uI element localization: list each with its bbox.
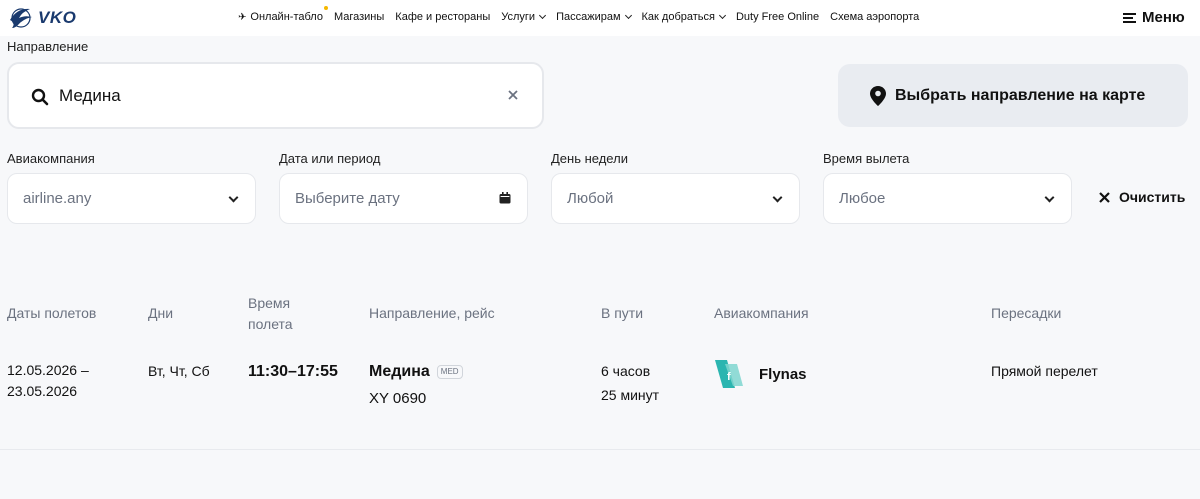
- main-nav: ✈ Онлайн-табло Магазины Кафе и рестораны…: [238, 6, 930, 23]
- col-header-time-line2: полета: [248, 316, 293, 332]
- airplane-icon: ✈: [238, 11, 247, 23]
- chevron-down-icon: [539, 11, 547, 20]
- col-header-airline: Авиакомпания: [714, 305, 809, 321]
- airline-filter-label: Авиакомпания: [7, 151, 95, 166]
- nav-label: Магазины: [333, 11, 385, 23]
- weekday-select-value: Любой: [567, 190, 614, 207]
- direction-search-input[interactable]: Медина: [7, 62, 544, 129]
- row-dates-line2: 23.05.2026: [7, 383, 78, 399]
- chevron-down-icon: [624, 11, 632, 20]
- weekday-select[interactable]: Любой: [551, 173, 800, 224]
- row-dates-line1: 12.05.2026 –: [7, 362, 89, 378]
- date-placeholder: Выберите дату: [295, 190, 400, 207]
- col-header-duration: В пути: [601, 305, 644, 321]
- col-header-transfers: Пересадки: [991, 305, 1062, 321]
- airline-select[interactable]: airline.any: [7, 173, 256, 224]
- svg-text:f: f: [727, 371, 731, 383]
- top-header: VKO ✈ Онлайн-табло Магазины Кафе и ресто…: [0, 0, 1200, 36]
- close-icon: [1099, 191, 1110, 203]
- weekday-filter-label: День недели: [551, 151, 628, 166]
- nav-label: Как добраться: [641, 11, 715, 23]
- nav-label: Услуги: [501, 11, 536, 23]
- menu-label: Меню: [1142, 9, 1185, 26]
- clear-filters-button[interactable]: Очистить: [1099, 189, 1185, 205]
- chevron-down-icon: [772, 192, 783, 203]
- nav-how-to-get[interactable]: Как добраться: [641, 11, 727, 23]
- nav-duty-free[interactable]: Duty Free Online: [736, 11, 819, 23]
- nav-airport-map[interactable]: Схема аэропорта: [830, 11, 919, 23]
- departure-time-select-value: Любое: [839, 190, 886, 207]
- nav-shops[interactable]: Магазины: [334, 11, 384, 23]
- col-header-time: Время полета: [248, 293, 293, 335]
- nav-online-board[interactable]: ✈ Онлайн-табло: [238, 6, 328, 23]
- vko-logo[interactable]: VKO: [8, 6, 76, 30]
- direction-label: Направление: [7, 39, 89, 54]
- col-header-route: Направление, рейс: [369, 305, 495, 321]
- calendar-icon: [499, 192, 511, 204]
- row-duration: 6 часов 25 минут: [601, 361, 659, 406]
- col-header-dates: Даты полетов: [7, 305, 97, 321]
- chevron-down-icon: [718, 11, 727, 20]
- map-button-label: Выбрать направление на карте: [895, 86, 1146, 104]
- row-destination: Медина MED: [369, 361, 463, 382]
- airport-code-badge: MED: [436, 364, 463, 379]
- clear-filters-label: Очистить: [1119, 189, 1186, 205]
- flight-number: XY 0690: [369, 390, 427, 407]
- col-header-time-line1: Время: [248, 295, 291, 311]
- logo-text: VKO: [38, 8, 77, 27]
- airline-select-value: airline.any: [23, 190, 92, 207]
- chevron-down-icon: [1044, 192, 1055, 203]
- destination-name: Медина: [369, 363, 430, 380]
- map-pin-icon: [870, 85, 886, 106]
- nav-label: Схема аэропорта: [830, 11, 920, 23]
- nav-label: Онлайн-табло: [250, 11, 323, 23]
- row-days: Вт, Чт, Сб: [148, 363, 210, 379]
- date-picker-input[interactable]: Выберите дату: [279, 173, 528, 224]
- search-value: Медина: [59, 86, 121, 105]
- notification-dot: [323, 6, 328, 10]
- row-divider: [0, 449, 1200, 450]
- col-header-days: Дни: [148, 305, 174, 321]
- chevron-down-icon: [228, 192, 239, 203]
- departure-time-select[interactable]: Любое: [823, 173, 1072, 224]
- departure-time-filter-label: Время вылета: [823, 151, 910, 166]
- row-duration-line1: 6 часов: [601, 363, 651, 379]
- clear-search-icon[interactable]: [506, 88, 520, 102]
- search-icon: [31, 88, 49, 106]
- row-duration-line2: 25 минут: [601, 387, 660, 403]
- row-time: 11:30–17:55: [248, 363, 338, 380]
- nav-label: Duty Free Online: [735, 11, 820, 23]
- airline-name: Flynas: [759, 365, 807, 383]
- date-filter-label: Дата или период: [279, 151, 381, 166]
- nav-label: Пассажирам: [556, 11, 621, 23]
- nav-cafes[interactable]: Кафе и рестораны: [395, 11, 490, 23]
- nav-passengers[interactable]: Пассажирам: [556, 11, 632, 23]
- row-route: Медина MED XY 0690: [369, 361, 463, 409]
- nav-label: Кафе и рестораны: [395, 11, 491, 23]
- choose-on-map-button[interactable]: Выбрать направление на карте: [838, 64, 1188, 127]
- nav-services[interactable]: Услуги: [501, 11, 547, 23]
- row-transfers: Прямой перелет: [991, 363, 1098, 379]
- row-dates: 12.05.2026 – 23.05.2026: [7, 360, 89, 402]
- menu-button[interactable]: Меню: [1123, 9, 1185, 26]
- bird-logo-icon: [10, 8, 32, 28]
- row-airline: f Flynas: [713, 360, 807, 388]
- hamburger-icon: [1123, 12, 1136, 23]
- flynas-logo-icon: f: [715, 360, 743, 388]
